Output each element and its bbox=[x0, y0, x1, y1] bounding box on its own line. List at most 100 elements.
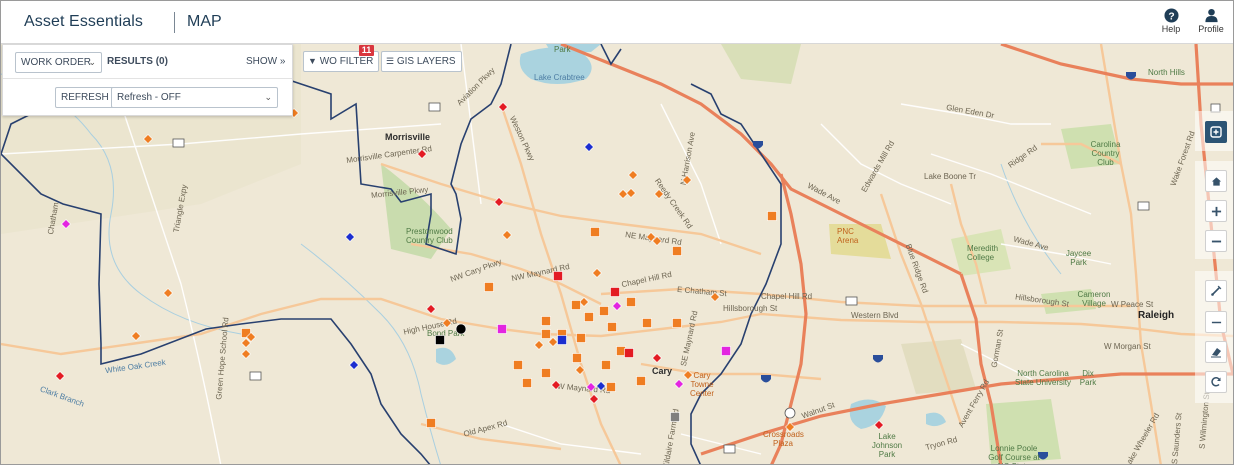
work-order-marker[interactable] bbox=[710, 292, 720, 302]
app-window: Asset Essentials MAP ? Help Profile Rale… bbox=[0, 0, 1234, 465]
work-order-marker[interactable] bbox=[721, 346, 731, 356]
gis-layers-button[interactable]: ☰ GIS LAYERS bbox=[381, 51, 462, 72]
work-order-marker[interactable] bbox=[55, 371, 65, 381]
header-divider bbox=[174, 12, 175, 33]
refresh-button[interactable]: REFRESH bbox=[55, 87, 115, 108]
work-order-marker[interactable] bbox=[584, 312, 594, 322]
work-order-marker[interactable] bbox=[541, 316, 551, 326]
gis-layers-label: GIS LAYERS bbox=[396, 56, 456, 67]
results-count: RESULTS (0) bbox=[107, 56, 168, 67]
work-order-marker[interactable] bbox=[601, 360, 611, 370]
work-order-marker[interactable] bbox=[548, 337, 558, 347]
wo-filter-count-badge: 11 bbox=[359, 45, 374, 56]
work-order-marker[interactable] bbox=[628, 170, 638, 180]
add-layer-button[interactable] bbox=[1205, 121, 1227, 143]
work-order-marker[interactable] bbox=[599, 306, 609, 316]
work-order-marker[interactable] bbox=[636, 376, 646, 386]
top-header: Asset Essentials MAP ? Help Profile bbox=[1, 1, 1233, 44]
work-order-marker[interactable] bbox=[606, 382, 616, 392]
work-order-marker[interactable] bbox=[455, 323, 467, 335]
record-type-select[interactable]: WORK ORDER ⌄ bbox=[15, 52, 102, 73]
work-order-marker[interactable] bbox=[522, 378, 532, 388]
work-order-marker[interactable] bbox=[557, 335, 567, 345]
work-order-marker[interactable] bbox=[498, 102, 508, 112]
work-order-marker[interactable] bbox=[592, 268, 602, 278]
work-order-marker[interactable] bbox=[624, 348, 634, 358]
work-order-marker[interactable] bbox=[618, 189, 628, 199]
work-order-marker[interactable] bbox=[652, 353, 662, 363]
work-order-marker[interactable] bbox=[674, 379, 684, 389]
work-order-marker[interactable] bbox=[417, 149, 427, 159]
work-order-marker[interactable] bbox=[670, 412, 680, 422]
zoom-in-icon bbox=[1211, 206, 1221, 216]
work-order-marker[interactable] bbox=[163, 288, 173, 298]
work-order-marker[interactable] bbox=[497, 324, 507, 334]
work-order-marker[interactable] bbox=[572, 353, 582, 363]
work-order-marker[interactable] bbox=[484, 282, 494, 292]
home-button[interactable] bbox=[1205, 170, 1227, 192]
filter-icon: ▼ bbox=[308, 56, 317, 66]
work-order-marker[interactable] bbox=[584, 142, 594, 152]
work-order-marker[interactable] bbox=[534, 340, 544, 350]
work-order-marker[interactable] bbox=[874, 420, 884, 430]
work-order-marker[interactable] bbox=[612, 301, 622, 311]
work-order-marker[interactable] bbox=[541, 329, 551, 339]
page-title: MAP bbox=[187, 13, 222, 30]
work-order-marker[interactable] bbox=[349, 360, 359, 370]
work-order-marker[interactable] bbox=[767, 211, 777, 221]
show-results-link[interactable]: SHOW » bbox=[246, 56, 285, 67]
svg-text:?: ? bbox=[1168, 11, 1174, 22]
work-order-marker[interactable] bbox=[682, 175, 692, 185]
zoom-out-button[interactable] bbox=[1205, 230, 1227, 252]
line-tool-button[interactable] bbox=[1205, 311, 1227, 333]
work-order-marker[interactable] bbox=[607, 322, 617, 332]
app-title: Asset Essentials bbox=[24, 13, 143, 30]
eraser-icon bbox=[1211, 348, 1221, 358]
work-order-marker[interactable] bbox=[626, 297, 636, 307]
work-order-marker[interactable] bbox=[442, 318, 452, 328]
record-type-value: WORK ORDER bbox=[21, 57, 91, 68]
work-order-marker[interactable] bbox=[241, 349, 251, 359]
profile-button[interactable]: Profile bbox=[1193, 8, 1229, 34]
work-order-marker[interactable] bbox=[61, 219, 71, 229]
help-icon: ? bbox=[1163, 8, 1179, 23]
work-order-marker[interactable] bbox=[494, 197, 504, 207]
work-order-marker[interactable] bbox=[642, 318, 652, 328]
work-order-marker[interactable] bbox=[589, 394, 599, 404]
work-order-marker[interactable] bbox=[502, 230, 512, 240]
work-order-marker[interactable] bbox=[571, 300, 581, 310]
work-order-marker[interactable] bbox=[553, 271, 563, 281]
refresh-map-button[interactable] bbox=[1205, 371, 1227, 393]
work-order-marker[interactable] bbox=[590, 227, 600, 237]
work-order-marker[interactable] bbox=[610, 287, 620, 297]
work-order-marker[interactable] bbox=[576, 333, 586, 343]
work-order-marker[interactable] bbox=[131, 331, 141, 341]
work-order-marker[interactable] bbox=[586, 382, 596, 392]
work-order-marker[interactable] bbox=[579, 297, 589, 307]
work-order-marker[interactable] bbox=[616, 346, 626, 356]
work-order-marker[interactable] bbox=[672, 246, 682, 256]
chevron-down-icon: ⌄ bbox=[88, 57, 96, 67]
work-order-marker[interactable] bbox=[683, 370, 693, 380]
work-order-marker[interactable] bbox=[551, 380, 561, 390]
work-order-marker[interactable] bbox=[426, 418, 436, 428]
help-button[interactable]: ? Help bbox=[1153, 8, 1189, 34]
work-order-panel: WORK ORDER ⌄ RESULTS (0) SHOW » REFRESH … bbox=[2, 44, 293, 116]
work-order-marker[interactable] bbox=[596, 381, 606, 391]
eraser-button[interactable] bbox=[1205, 341, 1227, 363]
work-order-marker[interactable] bbox=[541, 368, 551, 378]
work-order-marker[interactable] bbox=[143, 134, 153, 144]
work-order-marker[interactable] bbox=[626, 188, 636, 198]
work-order-marker[interactable] bbox=[435, 335, 445, 345]
work-order-marker[interactable] bbox=[654, 189, 664, 199]
work-order-marker[interactable] bbox=[345, 232, 355, 242]
work-order-marker[interactable] bbox=[575, 365, 585, 375]
help-label: Help bbox=[1161, 24, 1181, 34]
work-order-marker[interactable] bbox=[513, 360, 523, 370]
refresh-interval-select[interactable]: Refresh - OFF ⌄ bbox=[111, 87, 278, 108]
work-order-marker[interactable] bbox=[672, 318, 682, 328]
measure-button[interactable] bbox=[1205, 280, 1227, 302]
work-order-marker[interactable] bbox=[785, 422, 795, 432]
work-order-marker[interactable] bbox=[426, 304, 436, 314]
zoom-in-button[interactable] bbox=[1205, 200, 1227, 222]
